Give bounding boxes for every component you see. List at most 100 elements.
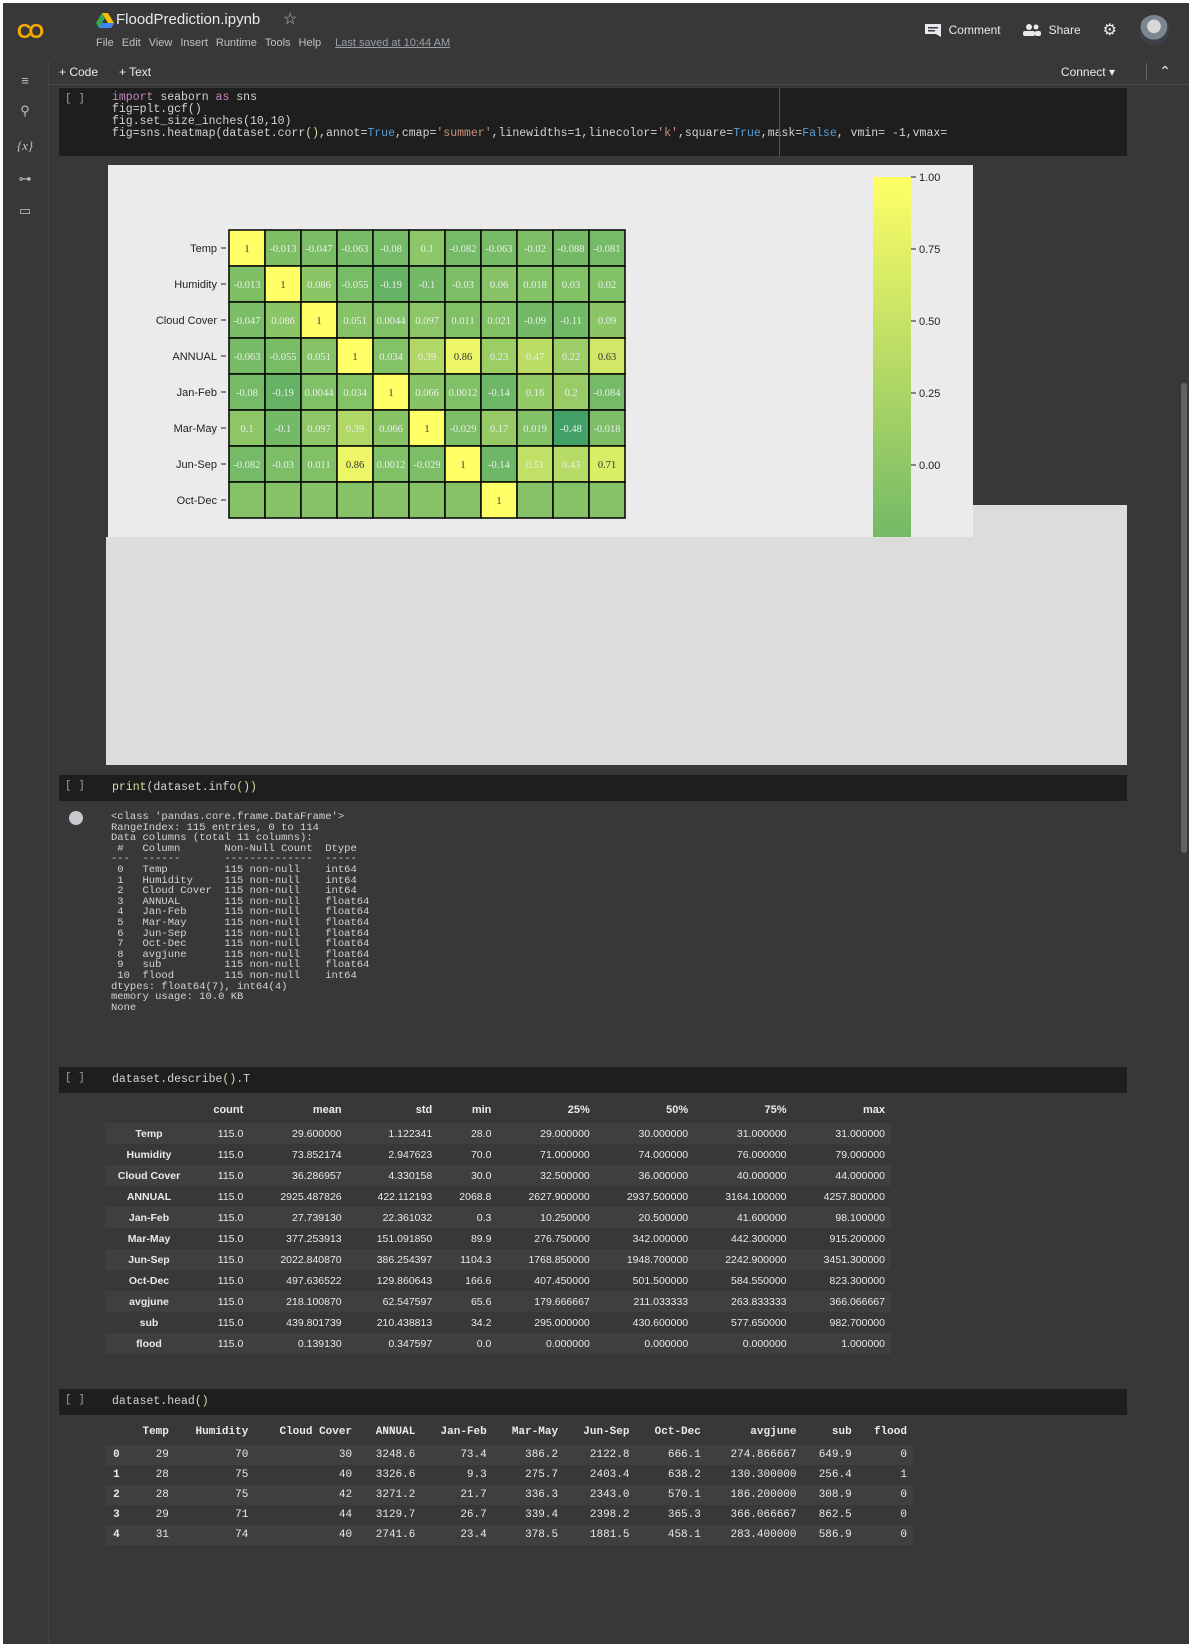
code-token: ,cmap= xyxy=(394,127,437,140)
table-cell: 71.000000 xyxy=(540,1148,590,1161)
cell-value: -0.19 xyxy=(380,280,402,291)
table-cell: 115.0 xyxy=(217,1274,244,1287)
table-cell: 0.139130 xyxy=(297,1337,342,1350)
code-cell-describe[interactable]: [ ] dataset.describe().T xyxy=(59,1067,1127,1093)
notebook-title[interactable]: FloodPrediction.ipynb xyxy=(116,11,260,28)
describe-column-header: min xyxy=(471,1104,492,1116)
row-index: sub xyxy=(139,1316,159,1329)
run-cell-button[interactable]: [ ] xyxy=(65,93,85,105)
table-cell: 73.852174 xyxy=(292,1148,342,1161)
heatmap-cell xyxy=(372,481,410,519)
table-row: 1 28 75 40 3326.6 9.3 275.7 2403.4 638.2 130.3000… xyxy=(105,1465,913,1485)
cell-value: 0.03 xyxy=(562,280,580,291)
table-cell: 1.000000 xyxy=(841,1337,885,1350)
search-icon[interactable]: ⚲ xyxy=(13,103,37,119)
comment-label: Comment xyxy=(948,23,1001,37)
table-cell: 41.600000 xyxy=(736,1211,787,1224)
gear-icon[interactable]: ⚙ xyxy=(1103,20,1117,40)
code-editor[interactable]: import seaborn as sns fig=plt.gcf() fig.… xyxy=(112,92,947,140)
cell-value: -0.047 xyxy=(233,316,260,327)
colab-logo[interactable]: CO xyxy=(17,21,44,44)
cell-value: 0.097 xyxy=(415,316,439,327)
table-cell: 22.361032 xyxy=(382,1211,433,1224)
table-cell: 28 xyxy=(155,1489,169,1501)
editor-ruler xyxy=(779,88,780,156)
code-cell-info[interactable]: [ ] print(dataset.info()) xyxy=(59,775,1127,801)
cell-value: -0.063 xyxy=(341,244,368,255)
variables-icon[interactable]: {x} xyxy=(13,138,37,154)
table-cell: 1104.3 xyxy=(460,1253,492,1266)
cell-value: 0.019 xyxy=(523,424,547,435)
menu-runtime[interactable]: Runtime xyxy=(216,37,257,49)
code-token: True xyxy=(367,127,395,140)
run-cell-button[interactable]: [ ] xyxy=(65,780,85,792)
table-cell: 430.600000 xyxy=(632,1316,689,1329)
code-editor[interactable]: print(dataset.info()) xyxy=(112,782,257,794)
table-row: Temp 115.0 29.600000 1.122341 28.0 29.000000 3… xyxy=(105,1123,891,1144)
table-row: Humidity 115.0 73.852174 2.947623 70.0 71.000… xyxy=(105,1144,891,1165)
cell-value: -0.081 xyxy=(593,244,620,255)
table-cell: 40 xyxy=(338,1529,353,1541)
key-icon[interactable]: ⊶ xyxy=(13,171,37,187)
cell-value: 1 xyxy=(352,352,357,363)
code-cell-heatmap[interactable]: [ ] import seaborn as sns fig=plt.gcf() … xyxy=(59,88,1127,156)
last-saved-link[interactable]: Last saved at 10:44 AM xyxy=(335,37,450,49)
table-of-contents-icon[interactable]: ≡ xyxy=(13,73,37,88)
code-token: True xyxy=(733,127,761,140)
menu-help[interactable]: Help xyxy=(299,37,322,49)
avatar[interactable] xyxy=(1139,15,1169,45)
connect-button[interactable]: Connect ▾ xyxy=(1061,65,1115,79)
table-cell: 342.000000 xyxy=(632,1232,689,1245)
run-cell-button[interactable]: [ ] xyxy=(65,1072,85,1084)
folder-icon[interactable]: ▭ xyxy=(13,203,37,219)
table-cell: 2925.487826 xyxy=(280,1190,342,1203)
describe-column-header: std xyxy=(415,1104,433,1116)
head-column-header: avgjune xyxy=(750,1426,797,1438)
comment-button[interactable]: Comment xyxy=(924,23,1001,37)
row-index: Humidity xyxy=(126,1148,172,1161)
menu-edit[interactable]: Edit xyxy=(122,37,141,49)
menu-file[interactable]: File xyxy=(96,37,114,49)
table-cell: 2022.840870 xyxy=(280,1253,342,1266)
cell-value: 0.097 xyxy=(307,424,331,435)
add-code-button[interactable]: + Code xyxy=(59,65,98,79)
table-row: Mar-May 115.0 377.253913 151.091850 89.9 276.… xyxy=(105,1228,891,1249)
table-cell: 129.860643 xyxy=(376,1274,433,1287)
cell-value: 1 xyxy=(424,424,429,435)
cell-value: 0.16 xyxy=(526,388,544,399)
code-token: (dataset.info xyxy=(146,781,237,794)
code-cell-head[interactable]: [ ] dataset.head() xyxy=(59,1389,1127,1415)
table-cell: 0.0 xyxy=(476,1337,492,1350)
code-token: ,square= xyxy=(677,127,734,140)
share-button[interactable]: Share xyxy=(1022,23,1081,37)
menu-tools[interactable]: Tools xyxy=(265,37,291,49)
code-editor[interactable]: dataset.describe().T xyxy=(112,1074,250,1086)
table-row: 3 29 71 44 3129.7 26.7 339.4 2398.2 365.3 366.066… xyxy=(105,1505,913,1525)
cell-value: 1 xyxy=(244,244,249,255)
menu-insert[interactable]: Insert xyxy=(180,37,208,49)
code-editor[interactable]: dataset.head() xyxy=(112,1396,209,1408)
table-cell: 3129.7 xyxy=(375,1509,416,1521)
menu-view[interactable]: View xyxy=(149,37,173,49)
table-row: avgjune 115.0 218.100870 62.547597 65.6 179.6… xyxy=(105,1291,891,1312)
table-cell: 4.330158 xyxy=(388,1169,433,1182)
chevron-up-icon[interactable]: ⌃ xyxy=(1146,63,1171,80)
table-cell: 186.200000 xyxy=(730,1489,797,1501)
table-cell: 115.0 xyxy=(217,1253,244,1266)
run-cell-button[interactable]: [ ] xyxy=(65,1394,85,1406)
output-menu-icon[interactable] xyxy=(69,811,83,825)
table-cell: 75 xyxy=(235,1489,249,1501)
table-cell: 577.650000 xyxy=(731,1316,787,1329)
table-cell: 89.9 xyxy=(470,1232,492,1245)
table-cell: 31.000000 xyxy=(835,1127,885,1140)
table-cell: 0.347597 xyxy=(388,1337,433,1350)
add-text-button[interactable]: + Text xyxy=(119,65,151,79)
table-cell: 71 xyxy=(235,1509,249,1521)
scrollbar[interactable] xyxy=(1181,383,1187,853)
cell-value: 0.39 xyxy=(418,352,436,363)
table-cell: 211.033333 xyxy=(633,1295,689,1308)
star-icon[interactable]: ☆ xyxy=(283,9,297,29)
cell-value: -0.013 xyxy=(269,244,296,255)
table-cell: 27.739130 xyxy=(292,1211,342,1224)
table-cell: 115.0 xyxy=(217,1169,244,1182)
